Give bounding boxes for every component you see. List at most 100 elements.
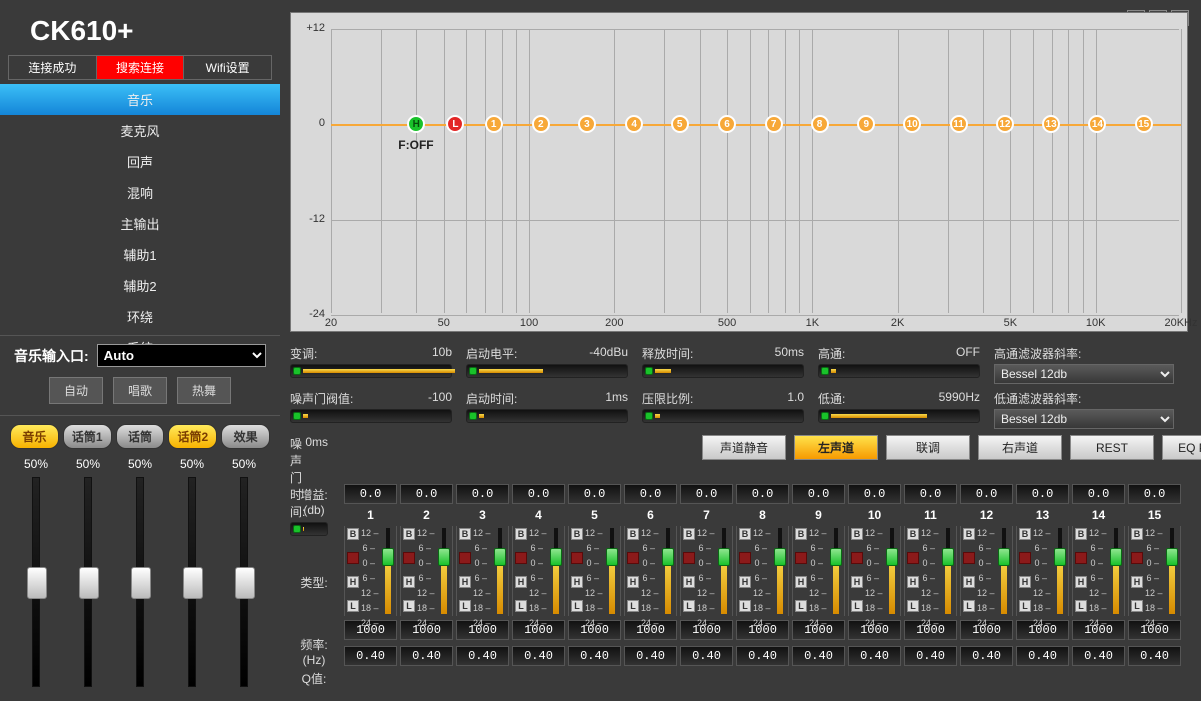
gain-1[interactable]: 0.0 (344, 484, 397, 504)
chan-btn-5[interactable]: EQ PASS (1162, 435, 1201, 460)
mode-btn-1[interactable]: 唱歌 (113, 377, 167, 404)
nav-item-7[interactable]: 环绕 (0, 301, 280, 332)
eq-node-11[interactable]: 11 (950, 115, 968, 133)
gain-5[interactable]: 0.0 (568, 484, 621, 504)
type-B-5[interactable]: B (571, 528, 583, 540)
filter-select-1[interactable]: Bessel 12db (994, 409, 1174, 429)
gain-10[interactable]: 0.0 (848, 484, 901, 504)
type-mute-6[interactable] (627, 552, 639, 564)
type-L-12[interactable]: L (963, 600, 975, 612)
eq-node-3[interactable]: 3 (578, 115, 596, 133)
q-6[interactable]: 0.40 (624, 646, 677, 666)
type-L-4[interactable]: L (515, 600, 527, 612)
eq-node-1[interactable]: 1 (485, 115, 503, 133)
type-mute-5[interactable] (571, 552, 583, 564)
gain-2[interactable]: 0.0 (400, 484, 453, 504)
type-B-8[interactable]: B (739, 528, 751, 540)
type-slider-10[interactable] (886, 548, 898, 566)
type-mute-3[interactable] (459, 552, 471, 564)
type-slider-4[interactable] (550, 548, 562, 566)
type-H-13[interactable]: H (1019, 576, 1031, 588)
eq-node-5[interactable]: 5 (671, 115, 689, 133)
nav-item-5[interactable]: 辅助1 (0, 239, 280, 270)
conn-tab-0[interactable]: 连接成功 (9, 56, 97, 79)
gain-3[interactable]: 0.0 (456, 484, 509, 504)
type-mute-4[interactable] (515, 552, 527, 564)
fader-knob-0[interactable] (27, 567, 47, 599)
param-slider-2[interactable] (642, 364, 804, 378)
fader-0[interactable] (32, 477, 40, 687)
type-mute-2[interactable] (403, 552, 415, 564)
eq-node-4[interactable]: 4 (625, 115, 643, 133)
type-mute-10[interactable] (851, 552, 863, 564)
param-slider-6[interactable] (642, 409, 804, 423)
type-L-8[interactable]: L (739, 600, 751, 612)
conn-tab-2[interactable]: Wifi设置 (184, 56, 271, 79)
type-slider-2[interactable] (438, 548, 450, 566)
type-slider-3[interactable] (494, 548, 506, 566)
q-13[interactable]: 0.40 (1016, 646, 1069, 666)
type-slider-13[interactable] (1054, 548, 1066, 566)
nav-item-0[interactable]: 音乐 (0, 84, 280, 115)
type-mute-1[interactable] (347, 552, 359, 564)
type-slider-6[interactable] (662, 548, 674, 566)
type-H-8[interactable]: H (739, 576, 751, 588)
fader-knob-3[interactable] (183, 567, 203, 599)
type-mute-13[interactable] (1019, 552, 1031, 564)
type-mute-7[interactable] (683, 552, 695, 564)
gain-13[interactable]: 0.0 (1016, 484, 1069, 504)
fader-knob-1[interactable] (79, 567, 99, 599)
q-1[interactable]: 0.40 (344, 646, 397, 666)
param-slider-4[interactable] (290, 409, 452, 423)
type-H-14[interactable]: H (1075, 576, 1087, 588)
type-H-12[interactable]: H (963, 576, 975, 588)
mode-btn-2[interactable]: 热舞 (177, 377, 231, 404)
type-L-7[interactable]: L (683, 600, 695, 612)
param-slider-3[interactable] (818, 364, 980, 378)
q-2[interactable]: 0.40 (400, 646, 453, 666)
type-H-1[interactable]: H (347, 576, 359, 588)
type-B-9[interactable]: B (795, 528, 807, 540)
music-input-select[interactable]: Auto (97, 344, 266, 367)
type-B-14[interactable]: B (1075, 528, 1087, 540)
type-L-1[interactable]: L (347, 600, 359, 612)
fader-3[interactable] (188, 477, 196, 687)
type-H-15[interactable]: H (1131, 576, 1143, 588)
chan-btn-4[interactable]: REST (1070, 435, 1154, 460)
param-slider-7[interactable] (818, 409, 980, 423)
type-B-7[interactable]: B (683, 528, 695, 540)
q-11[interactable]: 0.40 (904, 646, 957, 666)
type-L-5[interactable]: L (571, 600, 583, 612)
q-5[interactable]: 0.40 (568, 646, 621, 666)
type-H-3[interactable]: H (459, 576, 471, 588)
mode-btn-0[interactable]: 自动 (49, 377, 103, 404)
type-H-11[interactable]: H (907, 576, 919, 588)
type-B-4[interactable]: B (515, 528, 527, 540)
type-slider-7[interactable] (718, 548, 730, 566)
type-slider-15[interactable] (1166, 548, 1178, 566)
nav-item-6[interactable]: 辅助2 (0, 270, 280, 301)
q-10[interactable]: 0.40 (848, 646, 901, 666)
eq-node-2[interactable]: 2 (532, 115, 550, 133)
q-4[interactable]: 0.40 (512, 646, 565, 666)
channel-pill-1[interactable]: 话筒1 (63, 424, 112, 449)
type-H-4[interactable]: H (515, 576, 527, 588)
chan-btn-3[interactable]: 右声道 (978, 435, 1062, 460)
q-7[interactable]: 0.40 (680, 646, 733, 666)
eq-node-9[interactable]: 9 (857, 115, 875, 133)
nav-item-2[interactable]: 回声 (0, 146, 280, 177)
type-B-3[interactable]: B (459, 528, 471, 540)
type-B-15[interactable]: B (1131, 528, 1143, 540)
channel-pill-0[interactable]: 音乐 (10, 424, 59, 449)
conn-tab-1[interactable]: 搜索连接 (97, 56, 185, 79)
type-L-3[interactable]: L (459, 600, 471, 612)
gain-6[interactable]: 0.0 (624, 484, 677, 504)
fader-2[interactable] (136, 477, 144, 687)
type-mute-9[interactable] (795, 552, 807, 564)
eq-node-10[interactable]: 10 (903, 115, 921, 133)
channel-pill-3[interactable]: 话筒2 (168, 424, 217, 449)
param-slider-1[interactable] (466, 364, 628, 378)
chan-btn-1[interactable]: 左声道 (794, 435, 878, 460)
gain-4[interactable]: 0.0 (512, 484, 565, 504)
gain-8[interactable]: 0.0 (736, 484, 789, 504)
